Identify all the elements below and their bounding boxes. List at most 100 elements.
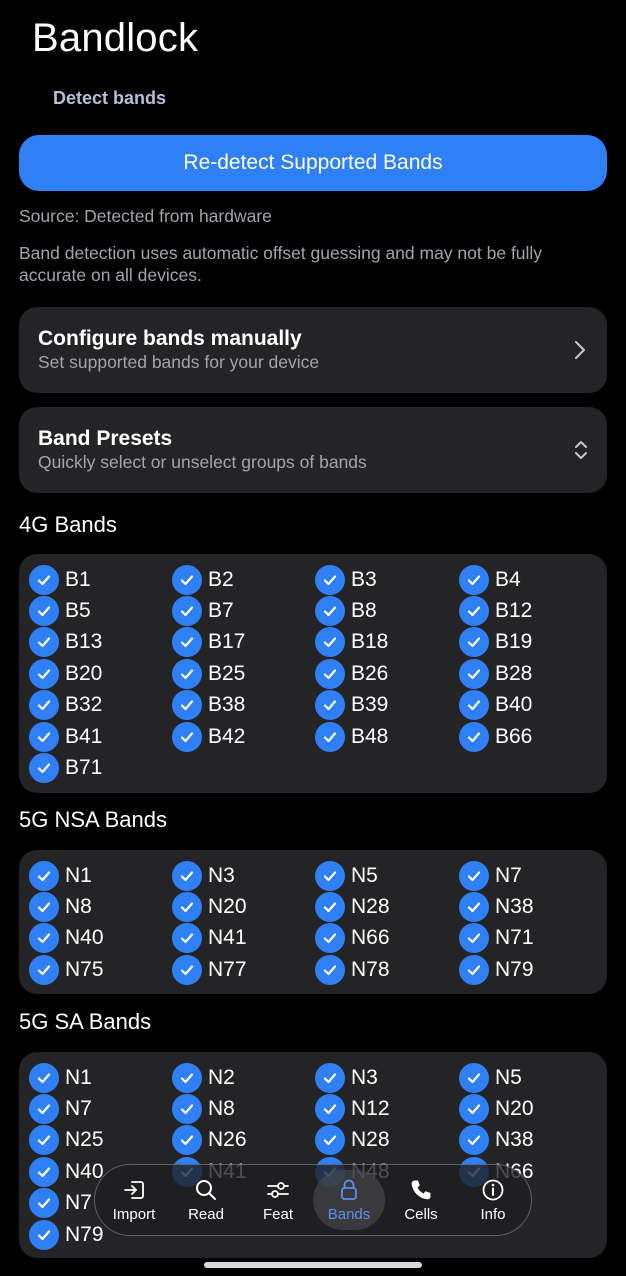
checkmark-icon — [315, 595, 345, 626]
band-checkbox-lte-b18[interactable]: B18 — [315, 627, 388, 658]
band-presets-card[interactable]: Band Presets Quickly select or unselect … — [19, 407, 607, 493]
configure-manually-card[interactable]: Configure bands manually Set supported b… — [19, 307, 607, 393]
band-checkbox-lte-b2[interactable]: B2 — [172, 564, 234, 595]
band-checkbox-lte-b32[interactable]: B32 — [29, 690, 102, 721]
band-checkbox-nsa-n41[interactable]: N41 — [172, 923, 247, 954]
redetect-bands-button[interactable]: Re-detect Supported Bands — [19, 135, 607, 191]
band-checkbox-sa-n5[interactable]: N5 — [459, 1062, 522, 1093]
band-checkbox-sa-n8[interactable]: N8 — [172, 1093, 235, 1124]
band-checkbox-lte-b38[interactable]: B38 — [172, 690, 245, 721]
band-checkbox-sa-n1[interactable]: N1 — [29, 1062, 92, 1093]
nav-cells-label: Cells — [404, 1206, 438, 1223]
band-checkbox-sa-n79[interactable]: N79 — [29, 1219, 104, 1250]
nsa-bands-card: N1 N3 N5 N7 N8 N20 N28 N38 N40 N41 N66 N71 N75 N77 N78… — [19, 850, 607, 994]
nav-bands[interactable]: Bands — [313, 1165, 385, 1235]
band-label: B39 — [351, 693, 389, 717]
checkmark-icon — [459, 1062, 489, 1093]
band-checkbox-nsa-n7[interactable]: N7 — [459, 860, 522, 891]
band-label: N8 — [208, 1096, 235, 1120]
band-label: B5 — [65, 598, 91, 622]
band-checkbox-lte-b42[interactable]: B42 — [172, 721, 245, 752]
band-checkbox-nsa-n1[interactable]: N1 — [29, 860, 92, 891]
checkmark-icon — [315, 860, 345, 891]
band-checkbox-nsa-n66[interactable]: N66 — [315, 923, 390, 954]
band-checkbox-lte-b1[interactable]: B1 — [29, 564, 91, 595]
nav-cells[interactable]: Cells — [385, 1165, 457, 1235]
nav-feat[interactable]: Feat — [242, 1165, 314, 1235]
checkmark-icon — [29, 1125, 59, 1156]
checkmark-icon — [459, 627, 489, 658]
band-checkbox-lte-b8[interactable]: B8 — [315, 595, 377, 626]
band-checkbox-lte-b20[interactable]: B20 — [29, 658, 102, 689]
band-checkbox-nsa-n28[interactable]: N28 — [315, 891, 390, 922]
band-checkbox-lte-b28[interactable]: B28 — [459, 658, 532, 689]
band-checkbox-lte-b71[interactable]: B71 — [29, 752, 102, 783]
band-checkbox-sa-n26[interactable]: N26 — [172, 1125, 247, 1156]
checkmark-icon — [172, 690, 202, 721]
band-checkbox-lte-b48[interactable]: B48 — [315, 721, 388, 752]
checkmark-icon — [172, 860, 202, 891]
nav-read[interactable]: Read — [170, 1165, 242, 1235]
band-checkbox-sa-n40[interactable]: N40 — [29, 1156, 104, 1187]
band-label: N75 — [65, 957, 104, 981]
band-checkbox-nsa-n20[interactable]: N20 — [172, 891, 247, 922]
band-checkbox-lte-b17[interactable]: B17 — [172, 627, 245, 658]
band-checkbox-lte-b40[interactable]: B40 — [459, 690, 532, 721]
band-checkbox-nsa-n40[interactable]: N40 — [29, 923, 104, 954]
band-label: N1 — [65, 1065, 92, 1089]
nav-bands-label: Bands — [327, 1206, 371, 1223]
band-checkbox-lte-b4[interactable]: B4 — [459, 564, 521, 595]
band-checkbox-sa-n12[interactable]: N12 — [315, 1093, 390, 1124]
checkmark-icon — [29, 1093, 59, 1124]
info-icon — [482, 1179, 504, 1201]
band-label: B41 — [65, 724, 103, 748]
band-checkbox-nsa-n8[interactable]: N8 — [29, 891, 92, 922]
band-label: N71 — [495, 926, 534, 950]
band-checkbox-nsa-n38[interactable]: N38 — [459, 891, 534, 922]
checkmark-icon — [29, 752, 59, 783]
band-checkbox-sa-n38[interactable]: N38 — [459, 1125, 534, 1156]
band-checkbox-nsa-n75[interactable]: N75 — [29, 954, 104, 985]
band-checkbox-lte-b3[interactable]: B3 — [315, 564, 377, 595]
checkmark-icon — [29, 690, 59, 721]
checkmark-icon — [29, 923, 59, 954]
band-checkbox-lte-b5[interactable]: B5 — [29, 595, 91, 626]
band-checkbox-nsa-n79[interactable]: N79 — [459, 954, 534, 985]
band-checkbox-sa-n2[interactable]: N2 — [172, 1062, 235, 1093]
band-checkbox-lte-b7[interactable]: B7 — [172, 595, 234, 626]
bottom-navigation-bar: Import Read Feat Bands Cells Info — [94, 1164, 532, 1236]
checkmark-icon — [172, 923, 202, 954]
band-label: B12 — [495, 598, 533, 622]
band-checkbox-lte-b19[interactable]: B19 — [459, 627, 532, 658]
checkmark-icon — [29, 1188, 59, 1219]
band-checkbox-lte-b41[interactable]: B41 — [29, 721, 102, 752]
band-presets-desc: Quickly select or unselect groups of ban… — [38, 452, 367, 472]
band-checkbox-lte-b13[interactable]: B13 — [29, 627, 102, 658]
nav-info[interactable]: Info — [457, 1165, 529, 1235]
band-label: N79 — [495, 957, 534, 981]
band-checkbox-sa-n20[interactable]: N20 — [459, 1093, 534, 1124]
band-checkbox-nsa-n3[interactable]: N3 — [172, 860, 235, 891]
band-label: N12 — [351, 1096, 390, 1120]
band-label: B18 — [351, 630, 389, 654]
band-checkbox-sa-n25[interactable]: N25 — [29, 1125, 104, 1156]
band-checkbox-sa-n7[interactable]: N7 — [29, 1093, 92, 1124]
nav-import[interactable]: Import — [98, 1165, 170, 1235]
band-checkbox-lte-b66[interactable]: B66 — [459, 721, 532, 752]
band-checkbox-nsa-n77[interactable]: N77 — [172, 954, 247, 985]
band-checkbox-nsa-n78[interactable]: N78 — [315, 954, 390, 985]
checkmark-icon — [459, 1093, 489, 1124]
band-checkbox-nsa-n71[interactable]: N71 — [459, 923, 534, 954]
band-checkbox-lte-b25[interactable]: B25 — [172, 658, 245, 689]
band-checkbox-lte-b26[interactable]: B26 — [315, 658, 388, 689]
band-checkbox-lte-b12[interactable]: B12 — [459, 595, 532, 626]
checkmark-icon — [29, 891, 59, 922]
band-checkbox-lte-b39[interactable]: B39 — [315, 690, 388, 721]
checkmark-icon — [315, 954, 345, 985]
band-checkbox-sa-n3[interactable]: N3 — [315, 1062, 378, 1093]
band-checkbox-nsa-n5[interactable]: N5 — [315, 860, 378, 891]
band-checkbox-sa-n28[interactable]: N28 — [315, 1125, 390, 1156]
checkmark-icon — [29, 860, 59, 891]
band-label: N5 — [495, 1065, 522, 1089]
band-checkbox-sa-n7[interactable]: N7 — [29, 1188, 92, 1219]
